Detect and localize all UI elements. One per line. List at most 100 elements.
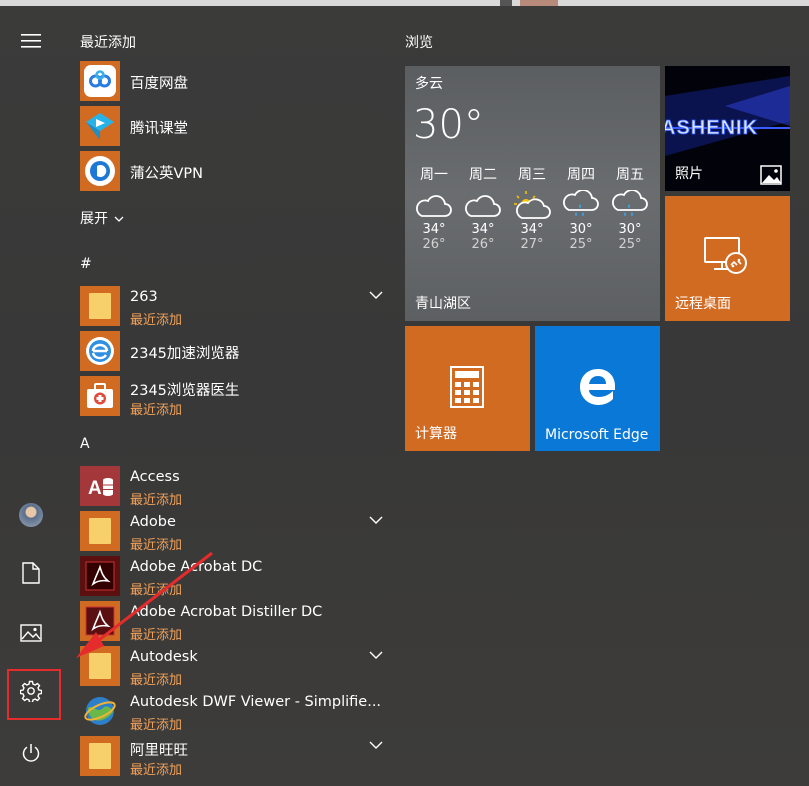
app-name: Adobe Acrobat DC — [130, 559, 263, 575]
section-header-hash[interactable]: # — [80, 256, 92, 272]
forecast-day: 周五 30° 25° — [605, 164, 655, 252]
rain-icon — [612, 190, 648, 216]
app-name: 263 — [130, 289, 158, 305]
pictures-icon — [20, 624, 42, 642]
user-account-button[interactable] — [10, 494, 52, 536]
recently-added-label: 最近添加 — [130, 493, 183, 508]
list-item-acrobat-distiller-dc[interactable]: Adobe Acrobat Distiller DC 最近添加 — [80, 601, 385, 643]
chevron-down-icon — [114, 216, 124, 222]
recently-added-label: 最近添加 — [130, 673, 183, 688]
edge-icon — [580, 369, 615, 405]
app-name: Adobe — [130, 514, 176, 530]
recently-added-label: 最近添加 — [130, 403, 183, 418]
list-item-aliwangwang[interactable]: 阿里旺旺 最近添加 — [80, 736, 385, 778]
power-button[interactable] — [10, 732, 52, 774]
calculator-label: 计算器 — [415, 426, 457, 442]
pgy-vpn-icon — [85, 156, 115, 186]
svg-text:A: A — [88, 478, 102, 499]
app-name: 蒲公英VPN — [130, 166, 204, 182]
recently-added-label: 最近添加 — [130, 628, 183, 643]
weather-temperature: 30° — [413, 102, 484, 148]
list-item-pgy-vpn[interactable]: 蒲公英VPN — [80, 151, 385, 193]
browse-header: 浏览 — [405, 35, 433, 51]
list-item-2345-browser-doctor[interactable]: 2345浏览器医生 最近添加 — [80, 376, 385, 418]
app-name: Autodesk — [130, 649, 198, 665]
app-name: Adobe Acrobat Distiller DC — [130, 604, 323, 620]
partly-sunny-icon — [514, 191, 551, 219]
remote-desktop-label: 远程桌面 — [675, 296, 731, 312]
chevron-down-icon[interactable] — [367, 738, 385, 752]
left-rail — [0, 6, 62, 786]
weather-location: 青山湖区 — [415, 296, 471, 312]
folder-icon — [89, 743, 111, 769]
pictures-button[interactable] — [10, 612, 52, 654]
list-item-adobe-acrobat-dc[interactable]: Adobe Acrobat DC 最近添加 — [80, 556, 385, 598]
photos-tile[interactable]: ASHENIK 照片 — [665, 66, 790, 191]
recently-added-label: 最近添加 — [130, 763, 183, 778]
forecast-day: 周三 34° 27° — [507, 164, 557, 252]
remote-desktop-icon — [704, 237, 747, 274]
forecast-day: 周四 30° 25° — [556, 164, 606, 252]
globe-icon — [84, 697, 116, 725]
browser-icon — [86, 337, 114, 365]
section-header-a[interactable]: A — [80, 436, 90, 452]
chevron-down-icon[interactable] — [367, 513, 385, 527]
document-icon — [22, 562, 40, 584]
recently-added-label: 最近添加 — [130, 718, 183, 733]
chevron-down-icon[interactable] — [367, 288, 385, 302]
hamburger-icon — [21, 34, 41, 48]
photos-label: 照片 — [675, 166, 703, 182]
app-name: Access — [130, 469, 180, 485]
weather-condition: 多云 — [415, 76, 443, 92]
recently-added-label: 最近添加 — [130, 313, 183, 328]
calculator-icon — [450, 366, 484, 408]
app-name: 2345加速浏览器 — [130, 346, 240, 362]
tiles-area: 浏览 多云 30° 周一 34° 26° 周二 34° 26° 周三 34° 2… — [392, 6, 809, 786]
remote-desktop-tile[interactable]: 远程桌面 — [665, 196, 790, 321]
list-item-adobe[interactable]: Adobe 最近添加 — [80, 511, 385, 553]
list-item-baidu-netdisk[interactable]: 百度网盘 — [80, 61, 385, 103]
calculator-tile[interactable]: 计算器 — [405, 326, 530, 451]
cloud-icon — [465, 195, 501, 217]
forecast-day: 周二 34° 26° — [458, 164, 508, 252]
expand-button[interactable]: 展开 — [80, 208, 124, 228]
list-item-autodesk[interactable]: Autodesk 最近添加 — [80, 646, 385, 688]
list-item-263[interactable]: 263 最近添加 — [80, 286, 385, 328]
list-item-2345-browser[interactable]: 2345加速浏览器 — [80, 331, 385, 373]
list-item-autodesk-dwf-viewer[interactable]: Autodesk DWF Viewer - Simplifie... 最近添加 — [80, 691, 385, 733]
recently-added-label: 最近添加 — [130, 583, 183, 598]
app-name: Autodesk DWF Viewer - Simplifie... — [130, 694, 382, 710]
weather-tile[interactable]: 多云 30° 周一 34° 26° 周二 34° 26° 周三 34° 27° … — [405, 66, 660, 321]
app-name: 2345浏览器医生 — [130, 383, 240, 399]
baidu-netdisk-icon — [84, 65, 116, 97]
app-name: 阿里旺旺 — [130, 743, 188, 759]
avatar — [19, 503, 43, 527]
edge-label: Microsoft Edge — [545, 427, 649, 443]
power-icon — [22, 744, 40, 762]
folder-icon — [89, 653, 111, 679]
medical-kit-icon — [87, 383, 113, 408]
expand-label: 展开 — [80, 211, 108, 227]
settings-highlight-box — [7, 669, 61, 720]
recently-added-label: 最近添加 — [130, 538, 183, 553]
recently-added-header: 最近添加 — [80, 35, 136, 51]
menu-button[interactable] — [10, 20, 52, 62]
forecast-day: 周一 34° 26° — [409, 164, 459, 252]
list-item-tencent-classroom[interactable]: 腾讯课堂 — [80, 106, 385, 148]
cloud-icon — [416, 195, 452, 217]
photos-art-text: ASHENIK — [665, 117, 758, 139]
tencent-classroom-icon — [86, 113, 114, 140]
start-menu: 最近添加 百度网盘 腾讯课堂 蒲公英VPN 展开 # 263 最近添加 2345… — [0, 0, 809, 786]
acrobat-distiller-icon — [85, 606, 115, 636]
documents-button[interactable] — [10, 552, 52, 594]
rain-icon — [563, 190, 599, 216]
chevron-down-icon[interactable] — [367, 648, 385, 662]
folder-icon — [89, 293, 111, 319]
app-name: 百度网盘 — [130, 76, 188, 92]
edge-tile[interactable]: Microsoft Edge — [535, 326, 660, 451]
list-item-access[interactable]: A Access 最近添加 — [80, 466, 385, 508]
acrobat-icon — [85, 561, 115, 591]
app-list: 最近添加 百度网盘 腾讯课堂 蒲公英VPN 展开 # 263 最近添加 2345… — [62, 6, 392, 786]
access-icon: A — [88, 478, 113, 499]
folder-icon — [89, 518, 111, 544]
